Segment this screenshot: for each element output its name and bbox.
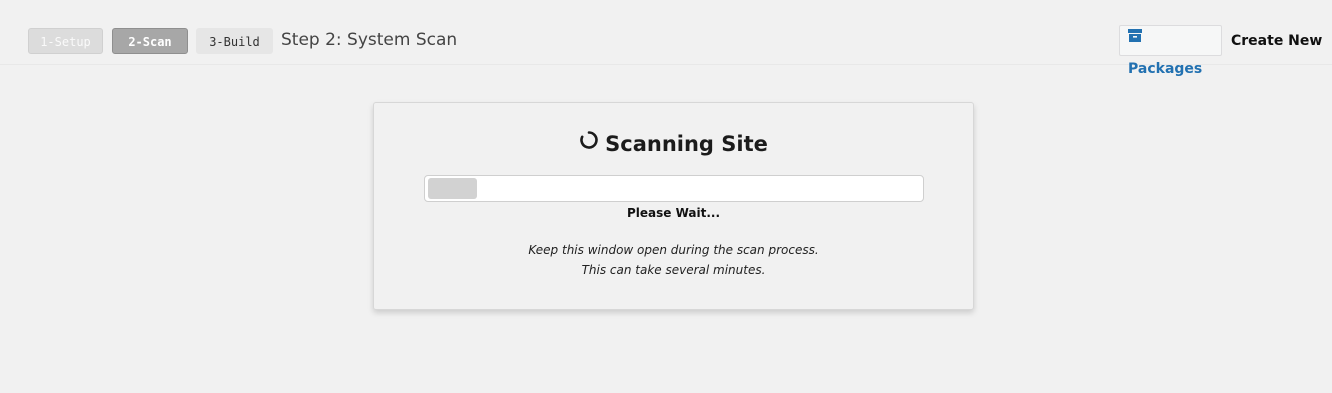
packages-button[interactable]: Packages <box>1119 24 1222 77</box>
create-new-link[interactable]: Create New <box>1231 32 1322 50</box>
progress-fill <box>428 178 477 199</box>
packages-label: Packages <box>1128 61 1203 77</box>
archive-icon <box>1128 24 1142 53</box>
scan-panel: Scanning Site Please Wait... Keep this w… <box>373 102 974 310</box>
step-build-badge: 3-Build <box>196 28 273 54</box>
wizard-header: 1-Setup 2-Scan 3-Build Step 2: System Sc… <box>0 0 1332 77</box>
scan-notice: Keep this window open during the scan pr… <box>374 240 973 280</box>
page-title: Step 2: System Scan <box>281 30 458 50</box>
notice-line-1: Keep this window open during the scan pr… <box>528 243 819 257</box>
step-setup-badge: 1-Setup <box>28 28 103 54</box>
status-text: Please Wait... <box>626 206 721 220</box>
scan-progress-bar <box>424 175 924 202</box>
step-scan-badge: 2-Scan <box>112 28 188 54</box>
notice-line-2: This can take several minutes. <box>581 263 766 277</box>
scan-title-text: Scanning Site <box>605 132 768 156</box>
spinner-icon <box>579 130 599 156</box>
scan-heading: Scanning Site <box>374 131 973 157</box>
